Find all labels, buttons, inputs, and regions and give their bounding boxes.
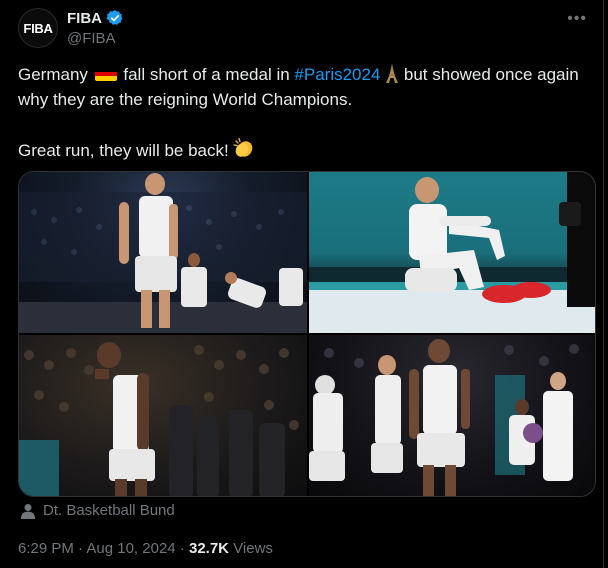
verified-badge-icon xyxy=(106,10,123,25)
avatar-text: FIBA xyxy=(23,20,53,36)
clapping-hands-icon xyxy=(233,137,253,157)
tweet-paragraph-1: Germany fall short of a medal in #Paris2… xyxy=(18,62,588,112)
person-icon xyxy=(21,503,35,519)
photo-players-leaving-court[interactable] xyxy=(309,335,595,496)
more-horizontal-icon[interactable]: ••• xyxy=(567,10,587,28)
photo-2-illustration xyxy=(309,172,595,333)
attribution-text: Dt. Basketball Bund xyxy=(43,502,175,519)
photo-player-walking-crowd[interactable] xyxy=(19,335,307,496)
german-flag-icon xyxy=(94,67,117,81)
tweet-text: Germany fall short of a medal in #Paris2… xyxy=(18,62,588,163)
photo-attribution[interactable]: Dt. Basketball Bund xyxy=(21,502,175,519)
eiffel-tower-icon xyxy=(386,63,399,83)
name-row: FIBA xyxy=(67,9,124,27)
tweet-text-segment: Great run, they will be back! xyxy=(18,141,234,160)
meta-separator: · xyxy=(175,540,189,557)
tweet-paragraph-2: Great run, they will be back! xyxy=(18,137,588,163)
hashtag-link[interactable]: #Paris2024 xyxy=(294,65,380,84)
tweet-time[interactable]: 6:29 PM xyxy=(18,540,74,557)
photo-1-illustration xyxy=(19,173,307,333)
avatar[interactable]: FIBA xyxy=(18,8,58,48)
tweet-header: FIBA FIBA @FIBA ••• xyxy=(18,8,603,52)
tweet-text-segment: Germany xyxy=(18,65,93,84)
tweet-date[interactable]: Aug 10, 2024 xyxy=(86,540,175,557)
media-grid xyxy=(18,171,596,497)
display-name[interactable]: FIBA xyxy=(67,10,102,27)
tweet-meta: 6:29 PM · Aug 10, 2024 · 32.7K Views xyxy=(18,540,273,557)
tweet-text-segment: fall short of a medal in xyxy=(118,65,295,84)
tweet-card: FIBA FIBA @FIBA ••• Germany fall short o… xyxy=(0,0,604,568)
user-handle[interactable]: @FIBA xyxy=(67,30,116,47)
meta-separator: · xyxy=(73,540,87,557)
photo-player-standing-court[interactable] xyxy=(19,172,307,333)
photo-4-illustration xyxy=(309,339,579,496)
photo-player-sitting-floor[interactable] xyxy=(309,172,595,333)
views-count: 32.7K xyxy=(188,540,230,557)
views-label: Views xyxy=(229,540,273,557)
photo-3-illustration xyxy=(19,342,299,496)
